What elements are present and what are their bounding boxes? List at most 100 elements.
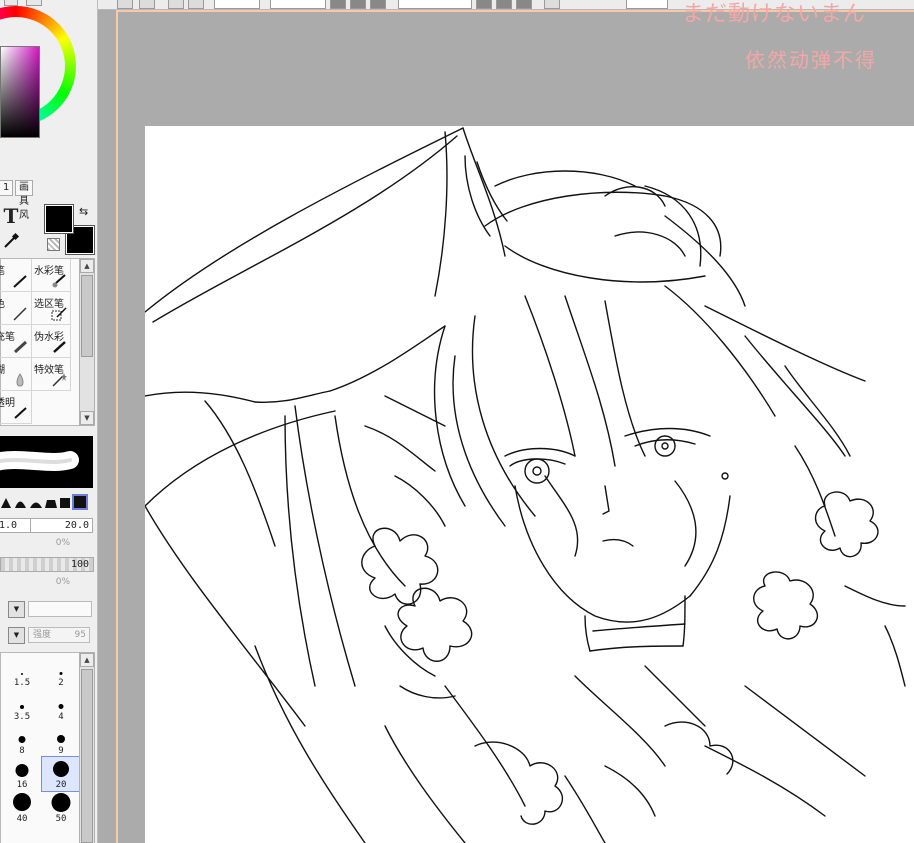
scroll-down-arrow-icon[interactable]: ▼ — [80, 411, 94, 425]
brush-tool-4[interactable]: 充笔 — [0, 325, 32, 358]
size-dot — [18, 736, 26, 743]
selection-pen-icon — [51, 307, 67, 321]
toolbar-button[interactable] — [476, 0, 492, 9]
size-field-left[interactable]: 1.0 — [0, 518, 32, 533]
size-label: 9 — [58, 746, 64, 756]
brush-shape-option-selected[interactable] — [72, 494, 88, 510]
brush-tool-5[interactable]: 伪水彩 — [32, 325, 71, 358]
eyedropper-icon[interactable] — [2, 232, 20, 250]
brush-shape-option[interactable] — [30, 497, 42, 509]
brush-tool-7[interactable]: 特效笔 — [32, 358, 71, 391]
toolbar-select[interactable] — [626, 0, 668, 9]
size-preset[interactable]: 1.5 — [3, 655, 41, 689]
size-preset[interactable]: 20 — [41, 756, 81, 792]
size-preset[interactable]: 9 — [42, 723, 80, 757]
brush-shape-option[interactable] — [15, 497, 26, 509]
brush-tool-label: 糊 — [0, 361, 5, 376]
eraser-icon — [14, 407, 27, 419]
size-dot — [59, 672, 63, 675]
brush-stroke-preview — [0, 436, 93, 488]
size-label: 4 — [58, 712, 64, 722]
blend-mode-dropdown[interactable]: ▼ — [8, 601, 25, 618]
size-label: 20 — [55, 780, 67, 790]
brush-shape-option[interactable] — [1, 497, 11, 509]
toolbar-button[interactable] — [139, 0, 155, 9]
brush-shape-option[interactable] — [60, 498, 70, 508]
brush-tool-1[interactable]: 水彩笔 — [32, 259, 71, 292]
scroll-up-arrow-icon[interactable]: ▲ — [80, 259, 94, 273]
saturation-value-square[interactable] — [0, 46, 40, 138]
toolbar-button[interactable] — [117, 0, 133, 9]
size-preset[interactable]: 3.5 — [3, 689, 41, 723]
watercolor-icon — [52, 274, 66, 288]
size-label: 3.5 — [13, 712, 31, 722]
toolbar-button[interactable] — [330, 0, 346, 9]
size-preset[interactable]: 16 — [3, 757, 41, 791]
size-grid-scrollbar[interactable]: ▲ — [79, 652, 95, 843]
size-label: 16 — [16, 780, 28, 790]
size-preset[interactable]: 8 — [3, 723, 41, 757]
brush-shape-option[interactable] — [45, 497, 57, 509]
min-size-pct: 0% — [55, 538, 70, 548]
brush-tool-2[interactable]: 色 — [0, 292, 32, 325]
pen-icon — [13, 307, 27, 321]
size-dot — [20, 705, 24, 709]
brush-tool-0[interactable]: 笔 — [0, 259, 32, 292]
brush-size-field[interactable]: 20.0 — [30, 518, 93, 533]
size-dot — [13, 793, 31, 811]
scroll-up-arrow-icon[interactable]: ▲ — [80, 653, 94, 667]
foreground-color-swatch[interactable] — [44, 204, 74, 234]
size-preset[interactable]: 40 — [3, 791, 41, 825]
toolbar-button[interactable] — [168, 0, 184, 9]
brush-tool-6[interactable]: 糊 — [0, 358, 32, 391]
size-dot — [53, 761, 69, 777]
brush-shape-row — [0, 494, 93, 511]
size-preset[interactable]: 4 — [42, 689, 80, 723]
brush-tool-3[interactable]: 选区笔 — [32, 292, 71, 325]
brush-grid-scrollbar[interactable]: ▲ ▼ — [79, 258, 95, 426]
toolbar-select[interactable] — [214, 0, 260, 9]
brush-icon — [13, 275, 27, 288]
effect-pen-icon — [52, 373, 67, 387]
size-label: 40 — [16, 814, 28, 824]
toolbar-button[interactable] — [544, 0, 560, 9]
brush-tool-grid: 笔 水彩笔 色 选区笔 充笔 伪水彩 糊 特效笔 — [0, 258, 80, 426]
density-slider[interactable]: 100 — [0, 557, 94, 572]
brush-tool-label: 笔 — [0, 262, 5, 277]
toolbar-button[interactable] — [496, 0, 512, 9]
size-dot — [15, 764, 29, 777]
scroll-thumb[interactable] — [81, 669, 93, 843]
brush-tool-label: 色 — [0, 295, 5, 310]
overlay-text-chinese: 依然动弹不得 — [745, 48, 877, 72]
size-preset[interactable]: 50 — [42, 791, 80, 825]
color-tab-label[interactable]: 画具风 — [15, 180, 33, 221]
swap-colors-icon[interactable]: ⇆ — [79, 206, 88, 217]
toolbar-button[interactable] — [516, 0, 532, 9]
water-brush-icon — [53, 341, 66, 353]
toolbar-button[interactable] — [350, 0, 366, 9]
texture-field[interactable] — [28, 601, 92, 617]
texture-dropdown[interactable]: ▼ — [8, 627, 25, 644]
density-value: 100 — [70, 559, 89, 570]
brush-tool-8[interactable]: 透明 — [0, 391, 32, 424]
size-label: 50 — [55, 814, 67, 824]
size-dot — [51, 793, 71, 812]
text-tool-button[interactable]: T — [1, 206, 21, 226]
toolbar-select[interactable] — [270, 0, 326, 9]
size-preset[interactable]: 2 — [42, 655, 80, 689]
toolbar-button[interactable] — [188, 0, 204, 9]
marker-icon — [13, 340, 28, 354]
panel-button[interactable] — [26, 0, 42, 6]
color-tab-number[interactable]: 1 — [0, 180, 14, 196]
drawing-canvas[interactable] — [145, 126, 914, 843]
size-label: 8 — [19, 746, 25, 756]
strength-field[interactable]: 强度 95 — [28, 627, 90, 643]
toolbar-button[interactable] — [370, 0, 386, 9]
size-dot — [57, 735, 65, 743]
strength-value: 95 — [74, 630, 86, 640]
scroll-thumb[interactable] — [81, 275, 93, 357]
toolbar-select[interactable] — [398, 0, 472, 9]
transparent-color-icon[interactable] — [47, 238, 60, 251]
size-dot — [21, 673, 23, 675]
overlay-text-japanese: まだ動けないまん — [682, 2, 867, 27]
